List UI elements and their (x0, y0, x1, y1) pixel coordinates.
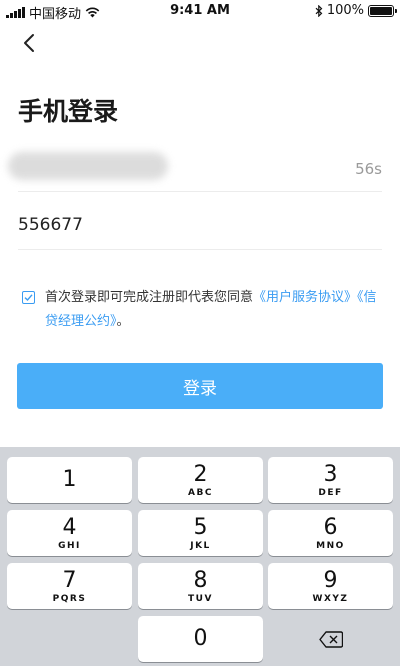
key-letters: ABC (188, 488, 213, 498)
key-letters: DEF (318, 488, 343, 498)
key-letters: TUV (188, 594, 213, 604)
key-2[interactable]: 2 ABC (138, 457, 263, 503)
key-4[interactable]: 4 GHI (7, 510, 132, 556)
key-1[interactable]: 1 (7, 457, 132, 503)
key-7[interactable]: 7 PQRS (7, 563, 132, 609)
agreement-text-block: 首次登录即可完成注册即代表您同意《用户服务协议》《信贷经理公约》。 (22, 286, 384, 334)
phone-number-blurred (8, 152, 168, 180)
user-service-agreement-link[interactable]: 《用户服务协议》 (253, 290, 357, 305)
chevron-left-icon (24, 34, 34, 52)
page-title: 手机登录 (18, 97, 119, 126)
agreement-section: 首次登录即可完成注册即代表您同意《用户服务协议》《信贷经理公约》。 (22, 286, 384, 334)
key-number: 7 (62, 568, 77, 593)
battery-level (370, 6, 392, 15)
verification-code-input[interactable] (18, 212, 318, 238)
key-9[interactable]: 9 WXYZ (268, 563, 393, 609)
key-number: 9 (323, 568, 338, 593)
battery-percent: 100% (326, 3, 364, 18)
key-number: 3 (323, 462, 338, 487)
status-right: 100% (315, 3, 397, 18)
key-number: 8 (193, 568, 208, 593)
verification-code-row (18, 200, 382, 250)
backspace-icon (318, 630, 343, 648)
bluetooth-icon (315, 4, 323, 17)
checkmark-icon (24, 294, 33, 302)
key-number: 5 (193, 515, 208, 540)
key-8[interactable]: 8 TUV (138, 563, 263, 609)
agreement-suffix: 。 (116, 314, 130, 329)
login-button[interactable]: 登录 (17, 363, 383, 409)
agreement-text: 首次登录即可完成注册即代表您同意 (45, 290, 254, 305)
key-letters: MNO (316, 541, 345, 551)
battery-icon (368, 4, 397, 17)
login-screen: 中国移动 9:41 AM 100% 手机登录 56s 556677 首次登录即可… (0, 0, 400, 666)
numeric-keyboard: 1 2 ABC 3 DEF 4 GHI 5 JKL 6 MNO 7 PQRS 8… (0, 447, 400, 666)
resend-countdown[interactable]: 56s (355, 160, 382, 178)
key-number: 0 (193, 626, 208, 651)
key-letters: PQRS (52, 594, 87, 604)
back-button[interactable] (14, 28, 44, 58)
key-number: 6 (323, 515, 338, 540)
phone-number-row: 56s (8, 146, 382, 192)
key-number: 2 (193, 462, 208, 487)
key-3[interactable]: 3 DEF (268, 457, 393, 503)
key-letters: GHI (58, 541, 81, 551)
key-number: 1 (62, 467, 77, 492)
key-letters: JKL (190, 541, 211, 551)
key-0[interactable]: 0 (138, 616, 263, 662)
key-number: 4 (62, 515, 77, 540)
key-letters: WXYZ (312, 594, 349, 604)
status-bar: 中国移动 9:41 AM 100% (0, 0, 400, 22)
delete-key[interactable] (268, 616, 393, 662)
agreement-checkbox[interactable] (22, 291, 35, 304)
key-5[interactable]: 5 JKL (138, 510, 263, 556)
key-6[interactable]: 6 MNO (268, 510, 393, 556)
